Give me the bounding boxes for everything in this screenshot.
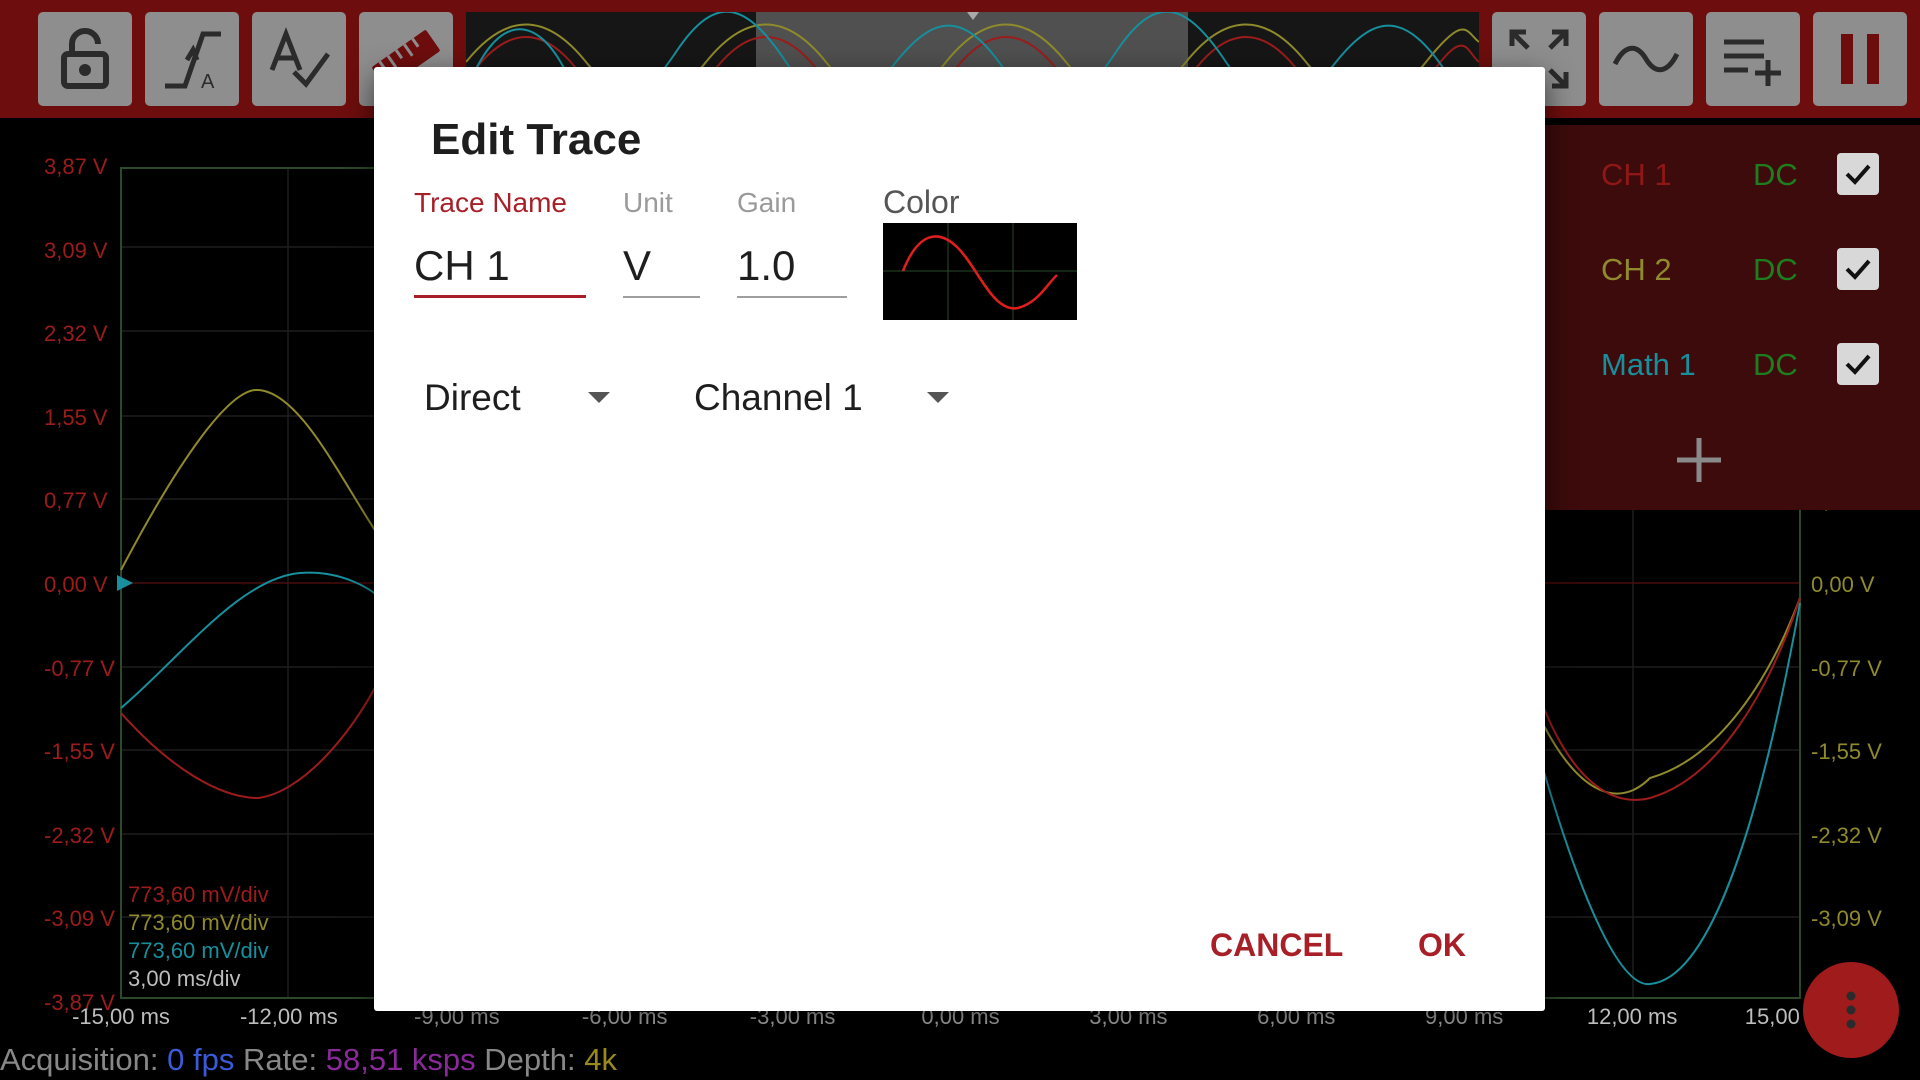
waveform-icon — [1612, 45, 1680, 73]
y-axis-label-right: -3,09 V — [1811, 906, 1882, 932]
acquisition-value: 0 fps — [167, 1042, 235, 1077]
scale-readout: 773,60 mV/div — [128, 910, 269, 935]
edit-trace-dialog: Edit Trace Trace Name CH 1 Unit V Gain 1… — [374, 67, 1545, 1011]
channel-coupling[interactable]: DC — [1753, 347, 1798, 383]
channel-panel: CH 1 DC CH 2 DC Math 1 DC — [1545, 125, 1920, 510]
trace-name-underline — [414, 295, 586, 298]
gain-input[interactable]: 1.0 — [737, 242, 795, 290]
channel-visible-checkbox[interactable] — [1837, 343, 1879, 385]
source-select[interactable]: Channel 1 — [694, 377, 863, 419]
y-axis-label-left: 3,87 V — [44, 154, 108, 179]
unit-underline — [623, 296, 700, 298]
y-axis-label-left: -1,55 V — [44, 739, 115, 765]
overview-marker — [967, 12, 979, 20]
unit-label: Unit — [623, 187, 673, 218]
acquisition-label: Acquisition: — [0, 1042, 159, 1077]
measure-button[interactable] — [252, 12, 346, 106]
lock-button[interactable] — [38, 12, 132, 106]
y-axis-label-left: -0,77 V — [44, 655, 115, 681]
y-axis-label-left: -3,09 V — [44, 906, 115, 932]
y-axis-label-left: 3,09 V — [44, 237, 108, 263]
waveform-button[interactable] — [1599, 12, 1693, 106]
depth-value: 4k — [584, 1042, 618, 1077]
trace-name-label: Trace Name — [414, 187, 568, 218]
measure-icon — [269, 27, 331, 88]
add-list-icon — [1724, 39, 1781, 86]
status-bar: Acquisition: 0 fps Rate: 58,51 ksps Dept… — [0, 1040, 617, 1080]
trigger-icon: A — [165, 31, 221, 93]
depth-label: Depth: — [484, 1042, 576, 1077]
channel-name[interactable]: CH 1 — [1601, 157, 1672, 193]
x-axis-label: 12,00 ms — [1586, 1004, 1678, 1029]
plus-icon — [1677, 438, 1721, 482]
pause-button[interactable] — [1813, 12, 1907, 106]
y-axis-label-right: 0,00 V — [1811, 572, 1875, 597]
channel-coupling[interactable]: DC — [1753, 157, 1798, 193]
channel-row-ch1[interactable]: CH 1 DC — [1545, 145, 1920, 205]
y-axis-label-left: 1,55 V — [44, 404, 108, 430]
channel-row-math1[interactable]: Math 1 DC — [1545, 335, 1920, 395]
trigger-marker — [117, 575, 133, 591]
y-axis-label-left: -2,32 V — [44, 822, 115, 848]
color-label: Color — [883, 184, 960, 220]
channel-visible-checkbox[interactable] — [1837, 153, 1879, 195]
scale-readout: 773,60 mV/div — [128, 882, 269, 907]
more-vert-icon — [1846, 991, 1856, 1029]
mode-select[interactable]: Direct — [424, 377, 521, 419]
scale-readout: 3,00 ms/div — [128, 966, 241, 991]
rate-label: Rate: — [243, 1042, 318, 1077]
channel-row-ch2[interactable]: CH 2 DC — [1545, 240, 1920, 300]
y-axis-label-left: 0,77 V — [44, 488, 108, 514]
channel-visible-checkbox[interactable] — [1837, 248, 1879, 290]
y-axis-label-right: -0,77 V — [1811, 655, 1882, 681]
channel-name[interactable]: CH 2 — [1601, 252, 1672, 288]
x-axis-label: -12,00 ms — [239, 1004, 338, 1029]
gain-underline — [737, 296, 847, 298]
svg-text:A: A — [201, 71, 215, 93]
mode-dropdown-icon[interactable] — [588, 392, 610, 403]
add-trace-button[interactable] — [1706, 12, 1800, 106]
scale-readout: 773,60 mV/div — [128, 938, 269, 963]
ok-button[interactable]: OK — [1418, 927, 1466, 964]
unit-input[interactable]: V — [623, 242, 651, 290]
channel-coupling[interactable]: DC — [1753, 252, 1798, 288]
source-dropdown-icon[interactable] — [927, 392, 949, 403]
y-axis-label-right: -1,55 V — [1811, 739, 1882, 765]
y-axis-label-left: 0,00 V — [44, 572, 108, 597]
gain-label: Gain — [737, 187, 797, 218]
add-channel-button[interactable] — [1675, 430, 1723, 494]
check-icon — [1845, 259, 1871, 280]
x-axis-label: -15,00 ms — [72, 1004, 170, 1029]
dialog-title: Edit Trace — [431, 115, 642, 164]
more-options-button[interactable] — [1803, 962, 1899, 1058]
sine-preview-icon — [883, 223, 1077, 320]
y-axis-label-left: 2,32 V — [44, 321, 108, 347]
check-icon — [1845, 354, 1871, 375]
pause-icon — [1841, 34, 1879, 84]
trigger-button[interactable]: A — [145, 12, 239, 106]
color-preview-button[interactable] — [883, 223, 1077, 320]
lock-icon — [61, 28, 109, 89]
rate-value: 58,51 ksps — [325, 1042, 476, 1077]
y-axis-label-right: -2,32 V — [1811, 822, 1882, 848]
trace-name-input[interactable]: CH 1 — [414, 242, 510, 290]
check-icon — [1845, 164, 1871, 185]
cancel-button[interactable]: CANCEL — [1210, 927, 1343, 964]
channel-name[interactable]: Math 1 — [1601, 347, 1696, 383]
